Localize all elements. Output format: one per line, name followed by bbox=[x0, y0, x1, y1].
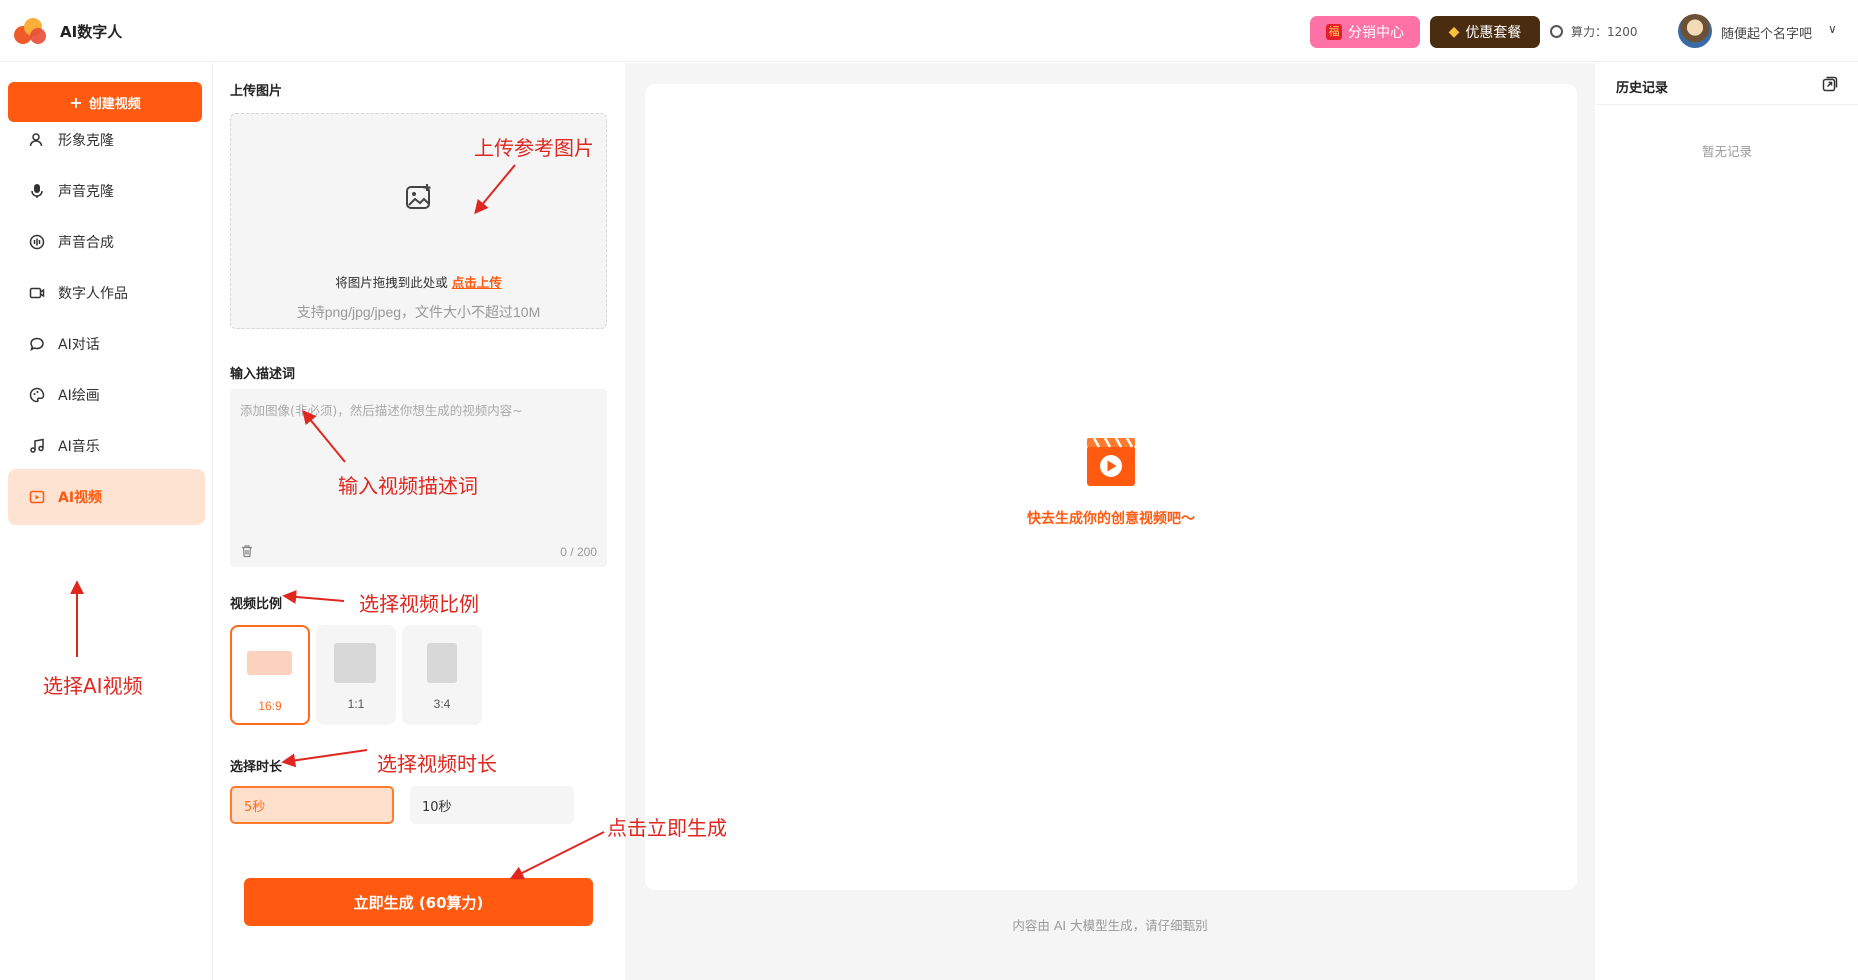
preview-area: 快去生成你的创意视频吧～ 内容由 AI 大模型生成，请仔细甄别 bbox=[625, 63, 1595, 980]
sidebar-item-avatar-clone[interactable]: 形象克隆 bbox=[8, 112, 205, 168]
username[interactable]: 随便起个名字吧 bbox=[1721, 23, 1812, 42]
sidebar-item-ai-painting[interactable]: AI绘画 bbox=[8, 367, 205, 423]
app-logo[interactable] bbox=[14, 18, 48, 46]
discount-package-button[interactable]: ◆ 优惠套餐 bbox=[1430, 16, 1540, 48]
diamond-icon: ◆ bbox=[1448, 24, 1460, 40]
history-title: 历史记录 bbox=[1616, 81, 1669, 96]
ratio-shape-16-9 bbox=[247, 651, 292, 675]
sidebar-item-label: AI绘画 bbox=[58, 388, 100, 404]
ratio-option-1-1[interactable]: 1:1 bbox=[316, 625, 396, 725]
sidebar-item-label: 声音合成 bbox=[58, 235, 114, 251]
microphone-icon bbox=[28, 182, 46, 200]
ratio-label: 16:9 bbox=[258, 699, 282, 713]
collapse-panel-icon[interactable] bbox=[1822, 76, 1838, 96]
annotation-description: 输入视频描述词 bbox=[338, 474, 478, 498]
annotation-duration: 选择视频时长 bbox=[377, 752, 497, 776]
sidebar-item-label: 数字人作品 bbox=[58, 286, 128, 302]
sidebar-item-label: AI对话 bbox=[58, 337, 100, 353]
music-note-icon bbox=[28, 437, 46, 455]
sidebar-item-digital-works[interactable]: 数字人作品 bbox=[8, 265, 205, 321]
sidebar-item-label: AI视频 bbox=[58, 490, 103, 506]
click-upload-link[interactable]: 点击上传 bbox=[452, 275, 502, 290]
distribution-center-button[interactable]: 福 分销中心 bbox=[1310, 16, 1420, 48]
sidebar-item-ai-music[interactable]: AI音乐 bbox=[8, 418, 205, 474]
discount-package-label: 优惠套餐 bbox=[1465, 25, 1522, 41]
sidebar: + 创建视频 形象克隆 声音克隆 声音合成 数字人作品 AI对话 AI绘画 AI… bbox=[0, 63, 213, 980]
chat-icon bbox=[28, 335, 46, 353]
generate-now-button[interactable]: 立即生成 (60算力) bbox=[244, 878, 593, 926]
upload-format-hint: 支持png/jpg/jpeg，文件大小不超过10M bbox=[296, 304, 541, 320]
video-form-panel: 上传图片 将图片拖拽到此处或 点击上传 支持png/jpg/jpeg，文件大小不… bbox=[214, 63, 624, 980]
annotation-ratio: 选择视频比例 bbox=[359, 592, 479, 616]
sidebar-item-label: 形象克隆 bbox=[58, 133, 114, 149]
duration-section-label: 选择时长 bbox=[230, 760, 283, 775]
annotation-upload: 上传参考图片 bbox=[474, 136, 594, 160]
ratio-label: 1:1 bbox=[347, 697, 365, 711]
image-add-icon bbox=[404, 182, 434, 216]
duration-option-10s[interactable]: 10秒 bbox=[410, 786, 574, 824]
compute-power-display: 算力：1200 bbox=[1550, 23, 1638, 40]
user-icon bbox=[28, 131, 46, 149]
compute-power-value: 算力：1200 bbox=[1571, 25, 1638, 39]
video-camera-icon bbox=[28, 284, 46, 302]
palette-icon bbox=[28, 386, 46, 404]
duration-option-5s[interactable]: 5秒 bbox=[230, 786, 394, 824]
sound-wave-icon bbox=[28, 233, 46, 251]
character-counter: 0 / 200 bbox=[560, 545, 597, 559]
coin-stack-icon bbox=[1550, 25, 1563, 38]
distribution-center-label: 分销中心 bbox=[1348, 25, 1404, 41]
top-header: AI数字人 福 分销中心 ◆ 优惠套餐 算力：1200 随便起个名字吧 ∨ bbox=[0, 0, 1858, 62]
upload-hint: 将图片拖拽到此处或 点击上传 bbox=[231, 272, 606, 291]
video-icon bbox=[28, 488, 46, 506]
plus-icon: + bbox=[69, 92, 83, 112]
annotation-select-ai-video: 选择AI视频 bbox=[43, 674, 143, 698]
history-panel: 历史记录 暂无记录 bbox=[1596, 63, 1858, 980]
video-play-icon bbox=[1085, 436, 1137, 492]
app-title: AI数字人 bbox=[60, 23, 123, 41]
description-section-label: 输入描述词 bbox=[230, 367, 296, 382]
ratio-shape-3-4 bbox=[427, 643, 457, 683]
upload-hint-text: 将图片拖拽到此处或 bbox=[335, 275, 448, 290]
history-empty-text: 暂无记录 bbox=[1701, 144, 1752, 159]
ratio-label: 3:4 bbox=[433, 697, 451, 711]
sidebar-item-voice-synthesis[interactable]: 声音合成 bbox=[8, 214, 205, 270]
ratio-option-16-9[interactable]: 16:9 bbox=[230, 625, 310, 725]
create-video-label: 创建视频 bbox=[88, 96, 141, 112]
preview-prompt-text: 快去生成你的创意视频吧～ bbox=[1027, 511, 1195, 527]
sidebar-item-label: AI音乐 bbox=[58, 439, 100, 455]
annotation-generate: 点击立即生成 bbox=[607, 816, 727, 840]
sidebar-item-ai-chat[interactable]: AI对话 bbox=[8, 316, 205, 372]
ai-disclaimer: 内容由 AI 大模型生成，请仔细甄别 bbox=[1012, 918, 1208, 933]
upload-section-label: 上传图片 bbox=[230, 84, 283, 99]
preview-canvas: 快去生成你的创意视频吧～ bbox=[645, 84, 1577, 890]
sidebar-item-voice-clone[interactable]: 声音克隆 bbox=[8, 163, 205, 219]
user-avatar[interactable] bbox=[1678, 14, 1712, 48]
red-envelope-icon: 福 bbox=[1326, 24, 1342, 40]
sidebar-item-label: 声音克隆 bbox=[58, 184, 114, 200]
description-placeholder: 添加图像(非必须)，然后描述你想生成的视频内容~ bbox=[240, 403, 523, 418]
ratio-section-label: 视频比例 bbox=[230, 597, 283, 612]
chevron-down-icon[interactable]: ∨ bbox=[1828, 22, 1837, 36]
trash-icon[interactable] bbox=[240, 544, 254, 562]
ratio-option-3-4[interactable]: 3:4 bbox=[402, 625, 482, 725]
history-header: 历史记录 bbox=[1596, 63, 1858, 105]
sidebar-item-ai-video[interactable]: AI视频 bbox=[8, 469, 205, 525]
ratio-shape-1-1 bbox=[334, 643, 376, 683]
